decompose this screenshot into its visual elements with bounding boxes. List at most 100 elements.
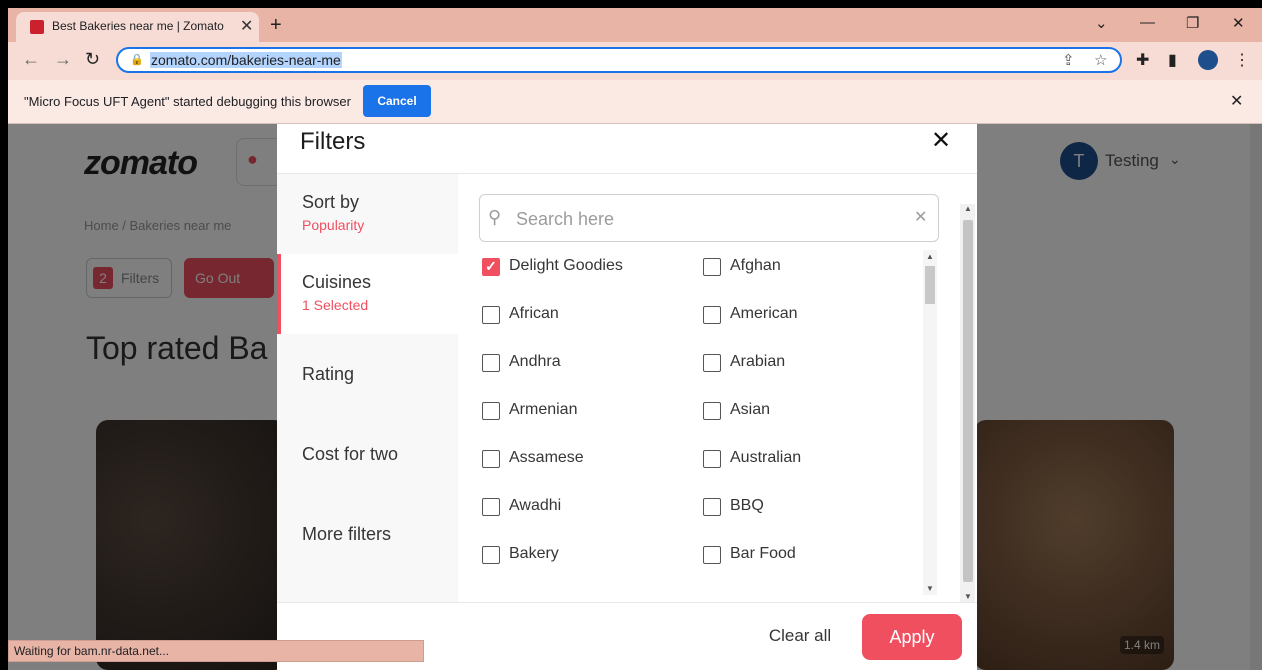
- url-text[interactable]: zomato.com/bakeries-near-me: [150, 52, 342, 68]
- cuisine-option-label: Bar Food: [730, 545, 796, 562]
- checkbox[interactable]: [482, 354, 500, 372]
- search-icon: ⚲: [488, 207, 502, 227]
- cuisine-option[interactable]: Australian: [700, 447, 900, 471]
- reload-icon[interactable]: ↻: [85, 49, 100, 70]
- bookmark-star-icon[interactable]: ☆: [1094, 51, 1107, 69]
- infobar-message: "Micro Focus UFT Agent" started debuggin…: [24, 94, 351, 109]
- browser-window: Best Bakeries near me | Zomato ✕ + ⌄ — ❐…: [8, 8, 1262, 670]
- cuisine-option[interactable]: Andhra: [479, 351, 679, 375]
- cuisine-option[interactable]: African: [479, 303, 679, 327]
- lock-icon[interactable]: 🔒: [130, 53, 144, 66]
- sidebar-item-rating[interactable]: Rating: [277, 334, 458, 414]
- profile-avatar-icon[interactable]: [1198, 50, 1218, 70]
- scroll-down-arrow-icon[interactable]: ▼: [926, 584, 934, 593]
- sidebar-item-cuisines[interactable]: Cuisines 1 Selected: [277, 254, 458, 334]
- debug-infobar: "Micro Focus UFT Agent" started debuggin…: [8, 80, 1262, 124]
- minimize-icon[interactable]: —: [1140, 14, 1155, 31]
- restore-icon[interactable]: ❐: [1186, 14, 1199, 32]
- cuisine-search[interactable]: ⚲ ✕: [479, 194, 939, 242]
- infobar-close-icon[interactable]: ✕: [1230, 91, 1243, 111]
- close-icon[interactable]: ✕: [931, 126, 951, 155]
- tab-close-icon[interactable]: ✕: [240, 16, 253, 36]
- checkbox[interactable]: [703, 546, 721, 564]
- cuisine-option-label: Asian: [730, 401, 771, 418]
- filters-modal: Filters ✕ Sort by Popularity Cuisines 1 …: [277, 124, 977, 670]
- clear-all-button[interactable]: Clear all: [755, 614, 845, 658]
- forward-icon[interactable]: →: [54, 49, 72, 70]
- cuisine-option[interactable]: Awadhi: [479, 495, 679, 519]
- cuisine-option[interactable]: Bakery: [479, 543, 679, 567]
- checkbox[interactable]: [482, 402, 500, 420]
- sidebar-item-more-filters[interactable]: More filters: [277, 494, 458, 574]
- browser-toolbar: ← → ↻ 🔒 zomato.com/bakeries-near-me ⇪ ☆ …: [8, 42, 1262, 80]
- sidebar-item-sort-by[interactable]: Sort by Popularity: [277, 174, 458, 254]
- sidebar-item-label: Sort by: [302, 192, 360, 212]
- cuisine-option-label: BBQ: [730, 497, 764, 514]
- clear-search-icon[interactable]: ✕: [914, 207, 927, 227]
- menu-kebab-icon[interactable]: ⋮: [1234, 50, 1250, 70]
- window-close-icon[interactable]: ✕: [1232, 14, 1245, 32]
- cuisine-option[interactable]: Afghan: [700, 255, 900, 279]
- tab-strip: Best Bakeries near me | Zomato ✕ + ⌄ — ❐…: [8, 8, 1262, 42]
- cuisine-option-label: American: [730, 305, 798, 322]
- cuisine-option-label: Andhra: [509, 353, 561, 370]
- sidebar-item-sub: 1 Selected: [302, 297, 369, 313]
- cuisine-option[interactable]: ✓ Delight Goodies: [479, 255, 679, 279]
- checkbox[interactable]: [482, 450, 500, 468]
- scroll-up-arrow-icon[interactable]: ▲: [926, 252, 934, 261]
- cuisine-option[interactable]: Asian: [700, 399, 900, 423]
- checkbox-checked[interactable]: ✓: [482, 258, 500, 276]
- sidebar-item-label: Rating: [302, 364, 355, 384]
- new-tab-icon[interactable]: +: [270, 14, 282, 37]
- filter-sidebar: Sort by Popularity Cuisines 1 Selected R…: [277, 174, 458, 602]
- cuisine-option[interactable]: Bar Food: [700, 543, 900, 567]
- back-icon[interactable]: ←: [22, 49, 40, 70]
- cuisine-option-label: Awadhi: [509, 497, 562, 514]
- infobar-cancel-button[interactable]: Cancel: [363, 85, 431, 117]
- checkbox[interactable]: [703, 258, 721, 276]
- scroll-up-arrow-icon[interactable]: ▲: [964, 204, 972, 213]
- sidebar-item-label: Cost for two: [302, 444, 399, 464]
- scroll-down-arrow-icon[interactable]: ▼: [964, 592, 972, 601]
- sidebar-item-label: More filters: [302, 524, 392, 544]
- checkbox[interactable]: [482, 498, 500, 516]
- cuisine-option-label: Arabian: [730, 353, 786, 370]
- cuisine-option-label: Assamese: [509, 449, 584, 466]
- sidebar-item-cost-for-two[interactable]: Cost for two: [277, 414, 458, 494]
- cuisine-option-label: Afghan: [730, 257, 781, 274]
- cuisine-option[interactable]: BBQ: [700, 495, 900, 519]
- checkbox[interactable]: [703, 306, 721, 324]
- cuisine-options-list: ✓ Delight Goodies Afghan African American And…: [479, 250, 919, 595]
- status-bar: Waiting for bam.nr-data.net...: [8, 640, 424, 662]
- checkbox[interactable]: [703, 354, 721, 372]
- cuisine-option-label: African: [509, 305, 559, 322]
- cuisine-option-label: Australian: [730, 449, 802, 466]
- tab-search-chevron-icon[interactable]: ⌄: [1095, 14, 1108, 32]
- cuisine-option-label: Bakery: [509, 545, 559, 562]
- cuisine-option-label: Armenian: [509, 401, 578, 418]
- checkbox[interactable]: [703, 402, 721, 420]
- cuisine-option[interactable]: Assamese: [479, 447, 679, 471]
- extensions-icon[interactable]: ✚: [1136, 50, 1149, 70]
- zomato-favicon-icon: [30, 20, 44, 34]
- checkbox[interactable]: [482, 546, 500, 564]
- search-input[interactable]: [514, 205, 898, 233]
- tab-title: Best Bakeries near me | Zomato: [52, 19, 224, 33]
- side-panel-icon[interactable]: ▮: [1168, 50, 1177, 70]
- address-bar[interactable]: 🔒 zomato.com/bakeries-near-me ⇪ ☆: [116, 47, 1122, 73]
- browser-tab[interactable]: Best Bakeries near me | Zomato ✕: [16, 12, 259, 42]
- cuisine-option-label: Delight Goodies: [509, 257, 623, 274]
- checkbox[interactable]: [482, 306, 500, 324]
- list-scrollbar-thumb[interactable]: [925, 266, 935, 304]
- checkbox[interactable]: [703, 498, 721, 516]
- modal-scrollbar-thumb[interactable]: [963, 220, 973, 582]
- sidebar-item-label: Cuisines: [302, 272, 372, 292]
- share-icon[interactable]: ⇪: [1062, 51, 1075, 69]
- sidebar-item-sub: Popularity: [302, 217, 365, 233]
- modal-title: Filters: [300, 128, 366, 155]
- cuisine-option[interactable]: American: [700, 303, 900, 327]
- checkbox[interactable]: [703, 450, 721, 468]
- cuisine-option[interactable]: Arabian: [700, 351, 900, 375]
- apply-button[interactable]: Apply: [862, 614, 962, 660]
- cuisine-option[interactable]: Armenian: [479, 399, 679, 423]
